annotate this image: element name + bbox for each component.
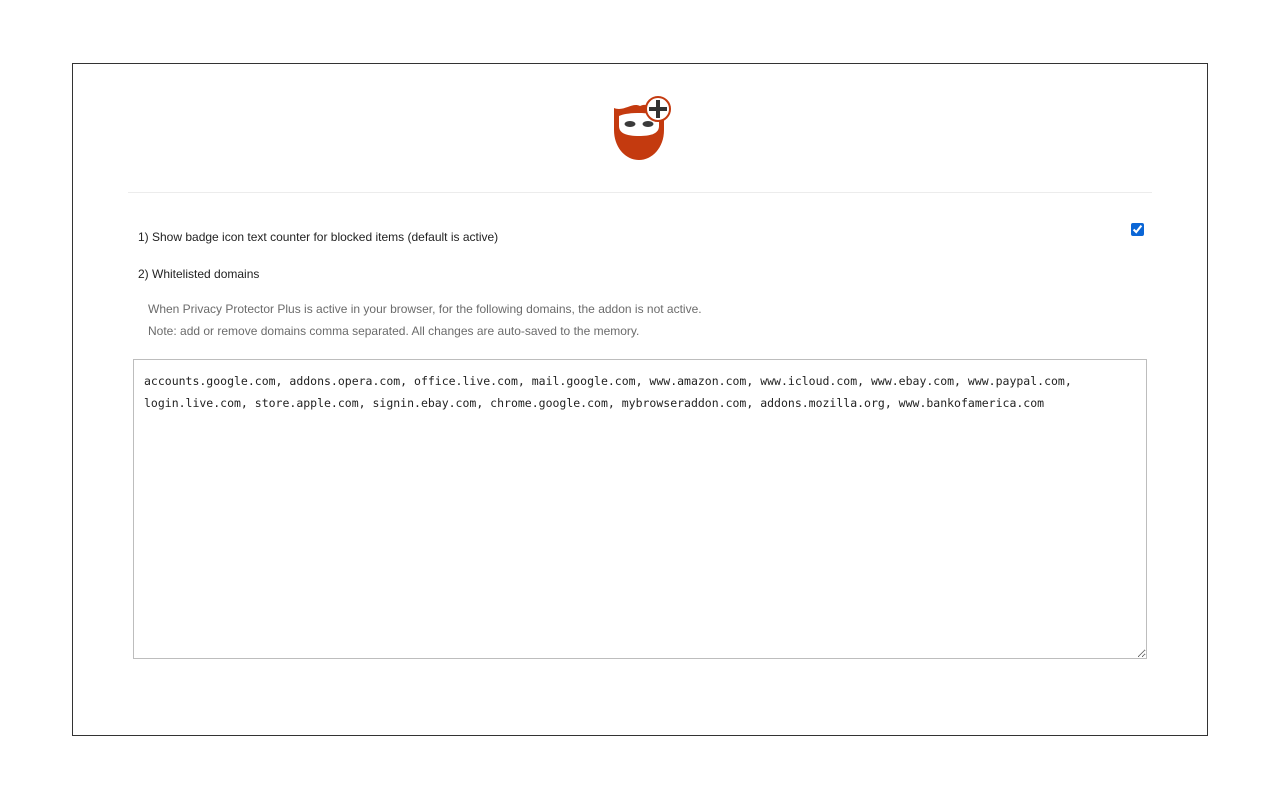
- badge-counter-label: 1) Show badge icon text counter for bloc…: [138, 230, 499, 244]
- whitelist-label: 2) Whitelisted domains: [138, 267, 260, 281]
- header-divider: [128, 192, 1152, 193]
- whitelist-note: Note: add or remove domains comma separa…: [148, 324, 640, 338]
- whitelist-description: When Privacy Protector Plus is active in…: [148, 302, 702, 316]
- whitelist-domains-textarea[interactable]: accounts.google.com, addons.opera.com, o…: [133, 359, 1147, 659]
- options-panel: 1) Show badge icon text counter for bloc…: [72, 63, 1208, 736]
- badge-counter-checkbox[interactable]: [1131, 223, 1144, 236]
- privacy-protector-plus-logo-icon: [610, 96, 672, 162]
